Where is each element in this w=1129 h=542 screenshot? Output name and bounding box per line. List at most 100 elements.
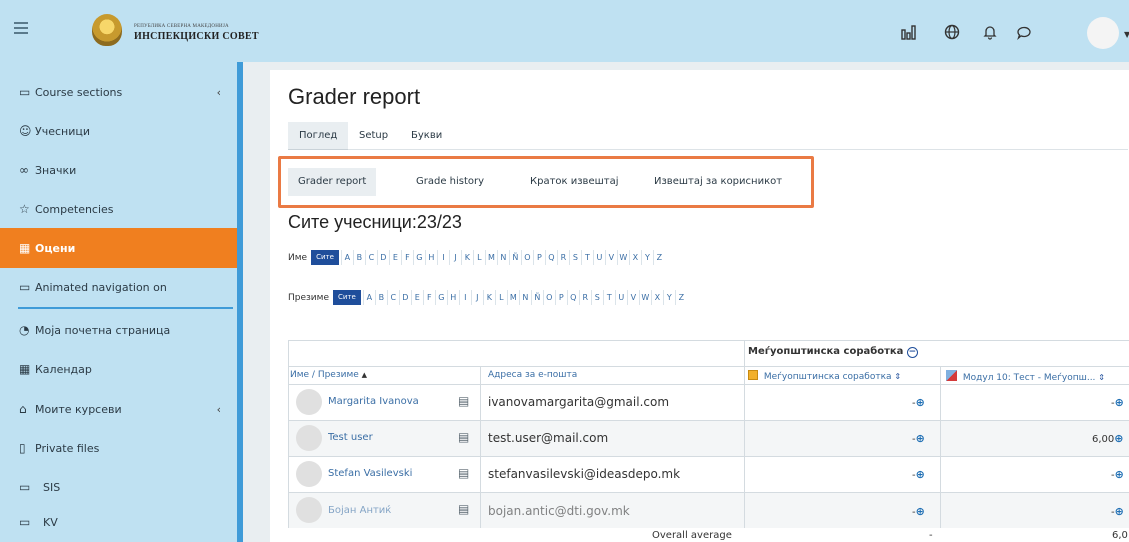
lastname-letter[interactable]: C	[386, 290, 399, 305]
sidebar-item-kv[interactable]: ▭ KV	[0, 502, 237, 542]
quiz-link[interactable]: Модул 10: Тест - Меѓуопш...	[963, 373, 1096, 383]
firstname-letter[interactable]: C	[364, 250, 377, 265]
firstname-letter[interactable]: W	[616, 250, 629, 265]
lastname-letter[interactable]: X	[650, 290, 663, 305]
sort-name-link[interactable]: Име / Презиме	[290, 370, 359, 380]
lastname-letter[interactable]: F	[422, 290, 435, 305]
firstname-filter-all[interactable]: Сите	[311, 250, 339, 265]
sidebar-item-animated-navigation[interactable]: ▭ Animated navigation on	[0, 267, 237, 307]
chevron-left-icon[interactable]: ‹	[217, 403, 221, 416]
firstname-letter[interactable]: I	[436, 250, 449, 265]
firstname-letter[interactable]: E	[388, 250, 401, 265]
collapse-icon[interactable]: −	[906, 347, 918, 358]
zoom-icon[interactable]: ⊕	[1115, 396, 1124, 409]
grade-cell[interactable]: -⊕	[1111, 468, 1124, 481]
lastname-letter[interactable]: D	[398, 290, 411, 305]
user-report-icon[interactable]: ▤	[458, 430, 469, 444]
firstname-letter[interactable]: D	[376, 250, 389, 265]
firstname-letter[interactable]: M	[484, 250, 497, 265]
firstname-letter[interactable]: K	[460, 250, 473, 265]
user-report-icon[interactable]: ▤	[458, 502, 469, 516]
grade-cell[interactable]: -⊕	[912, 505, 925, 518]
tab-user-report[interactable]: Извештај за корисникот	[644, 168, 792, 196]
firstname-letter[interactable]: Ñ	[508, 250, 521, 265]
tab-grader-report[interactable]: Grader report	[288, 168, 377, 196]
firstname-letter[interactable]: S	[568, 250, 581, 265]
grade-cell[interactable]: -⊕	[912, 432, 925, 445]
firstname-letter[interactable]: Z	[652, 250, 665, 265]
sidebar-scrollbar[interactable]	[237, 62, 243, 542]
sidebar-item-private-files[interactable]: ▯ Private files	[0, 428, 237, 468]
lastname-letter[interactable]: U	[614, 290, 627, 305]
zoom-icon[interactable]: ⊕	[916, 432, 925, 445]
brand-title[interactable]: ИНСПЕКЦИСКИ СОВЕТ	[134, 31, 259, 42]
firstname-letter[interactable]: F	[400, 250, 413, 265]
lastname-letter[interactable]: G	[434, 290, 447, 305]
sidebar-item-badges[interactable]: ∞ Значки	[0, 150, 237, 190]
tab-summary-report[interactable]: Краток извештај	[520, 168, 628, 196]
bell-icon[interactable]	[982, 24, 998, 43]
firstname-letter[interactable]: U	[592, 250, 605, 265]
grade-cell[interactable]: -⊕	[912, 396, 925, 409]
firstname-letter[interactable]: J	[448, 250, 461, 265]
category-total-link[interactable]: Меѓуопштинска соработка	[764, 372, 892, 382]
firstname-letter[interactable]: H	[424, 250, 437, 265]
lastname-letter[interactable]: N	[518, 290, 531, 305]
lastname-letter[interactable]: A	[362, 290, 375, 305]
sidebar-item-dashboard[interactable]: ◔ Моја почетна страница	[0, 310, 237, 350]
tab-view[interactable]: Поглед	[288, 122, 349, 150]
lastname-letter[interactable]: T	[602, 290, 615, 305]
lastname-letter[interactable]: Q	[566, 290, 579, 305]
firstname-letter[interactable]: Y	[640, 250, 653, 265]
firstname-letter[interactable]: X	[628, 250, 641, 265]
column-header-name[interactable]: Име / Презиме ▲	[290, 370, 367, 380]
sidebar-item-competencies[interactable]: ☆ Competencies	[0, 189, 237, 229]
sidebar-item-my-courses[interactable]: ⌂ Моите курсеви ‹	[0, 389, 237, 429]
lastname-letter[interactable]: J	[470, 290, 483, 305]
lastname-letter[interactable]: R	[578, 290, 591, 305]
firstname-letter[interactable]: O	[520, 250, 533, 265]
user-avatar[interactable]	[1087, 17, 1119, 49]
firstname-letter[interactable]: L	[472, 250, 485, 265]
chat-icon[interactable]	[1016, 24, 1032, 43]
sidebar-item-grades[interactable]: ▦ Оцени	[0, 228, 237, 268]
firstname-letter[interactable]: A	[340, 250, 353, 265]
tab-grade-history[interactable]: Grade history	[406, 168, 494, 196]
zoom-icon[interactable]: ⊕	[916, 396, 925, 409]
user-report-icon[interactable]: ▤	[458, 394, 469, 408]
firstname-letter[interactable]: P	[532, 250, 545, 265]
grade-cell[interactable]: -⊕	[1111, 396, 1124, 409]
firstname-letter[interactable]: R	[556, 250, 569, 265]
zoom-icon[interactable]: ⊕	[916, 505, 925, 518]
user-report-icon[interactable]: ▤	[458, 466, 469, 480]
lastname-letter[interactable]: L	[494, 290, 507, 305]
lastname-letter[interactable]: I	[458, 290, 471, 305]
language-icon[interactable]	[944, 24, 960, 43]
reports-icon[interactable]	[900, 24, 916, 43]
lastname-filter-all[interactable]: Сите	[332, 290, 361, 305]
lastname-letter[interactable]: Z	[674, 290, 687, 305]
lastname-letter[interactable]: E	[410, 290, 423, 305]
lastname-letter[interactable]: B	[374, 290, 387, 305]
chevron-left-icon[interactable]: ‹	[217, 86, 221, 99]
lastname-letter[interactable]: K	[482, 290, 495, 305]
sidebar-item-calendar[interactable]: ▦ Календар	[0, 349, 237, 389]
column-header-quiz[interactable]: Модул 10: Тест - Меѓуопш... ⇕	[946, 370, 1128, 383]
student-name[interactable]: Stefan Vasilevski	[328, 468, 412, 479]
tab-setup[interactable]: Setup	[348, 122, 399, 150]
sort-icon[interactable]: ⇕	[894, 372, 901, 381]
zoom-icon[interactable]: ⊕	[1114, 432, 1123, 445]
lastname-letter[interactable]: S	[590, 290, 603, 305]
chevron-down-icon[interactable]: ▼	[1124, 30, 1129, 39]
firstname-letter[interactable]: T	[580, 250, 593, 265]
lastname-letter[interactable]: W	[638, 290, 651, 305]
student-name[interactable]: Бојан Антиќ	[328, 505, 391, 516]
zoom-icon[interactable]: ⊕	[1115, 505, 1124, 518]
student-name[interactable]: Test user	[328, 432, 373, 443]
firstname-letter[interactable]: Q	[544, 250, 557, 265]
sidebar-item-course-sections[interactable]: ▭ Course sections ‹	[0, 72, 237, 112]
user-avatar[interactable]	[296, 389, 322, 415]
lastname-letter[interactable]: M	[506, 290, 519, 305]
tab-letters[interactable]: Букви	[400, 122, 453, 150]
grade-cell[interactable]: 6,00⊕	[1092, 432, 1123, 445]
